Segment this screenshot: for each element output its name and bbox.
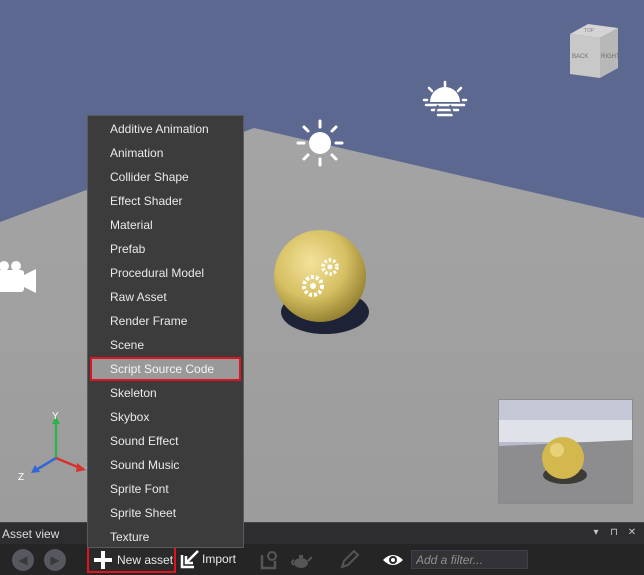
axis-gizmo: Y X Z [18,411,93,483]
sphere-entity[interactable] [274,230,366,322]
panel-close-button[interactable]: ✕ [626,527,638,539]
menu-item-texture[interactable]: Texture [88,525,243,549]
menu-item-material[interactable]: Material [88,213,243,237]
new-asset-button[interactable]: New asset [87,546,176,573]
menu-item-sprite-sheet[interactable]: Sprite Sheet [88,501,243,525]
view-cube-top: TOP [584,28,595,34]
panel-title: Asset view [2,527,60,541]
menu-item-scene[interactable]: Scene [88,333,243,357]
menu-item-procedural-model[interactable]: Procedural Model [88,261,243,285]
skylight-icon[interactable] [420,80,470,120]
panel-options-button[interactable]: ▾ [590,527,602,539]
menu-item-animation[interactable]: Animation [88,141,243,165]
menu-item-effect-shader[interactable]: Effect Shader [88,189,243,213]
menu-item-render-frame[interactable]: Render Frame [88,309,243,333]
filter-input[interactable] [411,550,528,569]
forward-icon: ▶ [44,549,66,571]
menu-item-skeleton[interactable]: Skeleton [88,381,243,405]
camera-icon[interactable] [0,258,40,302]
menu-item-prefab[interactable]: Prefab [88,237,243,261]
menu-item-sound-effect[interactable]: Sound Effect [88,429,243,453]
menu-item-collider-shape[interactable]: Collider Shape [88,165,243,189]
menu-item-skybox[interactable]: Skybox [88,405,243,429]
menu-item-raw-asset[interactable]: Raw Asset [88,285,243,309]
menu-item-sprite-font[interactable]: Sprite Font [88,477,243,501]
new-asset-label: New asset [117,553,174,567]
import-button[interactable]: Import [180,547,244,571]
panel-pin-button[interactable]: ⊓ [608,527,620,539]
import-icon [180,550,199,569]
edit-icon[interactable] [258,549,280,571]
asset-preview-thumbnail [498,399,633,504]
axis-z-label: Z [18,472,24,483]
back-button[interactable]: ◀ [12,549,34,571]
back-icon: ◀ [12,549,34,571]
new-asset-menu: Additive Animation Animation Collider Shap… [87,115,244,548]
import-label: Import [202,552,237,566]
view-cube[interactable]: TOP BACK RIGHT [564,20,624,82]
eye-icon[interactable] [382,549,404,571]
teapot-icon[interactable] [290,549,312,571]
forward-button[interactable]: ▶ [44,549,66,571]
pencil-icon[interactable] [338,549,360,571]
menu-item-script-source-code[interactable]: Script Source Code [90,357,241,381]
sun-icon[interactable] [295,118,345,168]
menu-item-additive-animation[interactable]: Additive Animation [88,117,243,141]
menu-item-sound-music[interactable]: Sound Music [88,453,243,477]
axis-y-label: Y [52,411,59,422]
view-cube-back: BACK [572,54,588,60]
view-cube-right: RIGHT [601,54,620,60]
plus-icon [94,551,112,569]
